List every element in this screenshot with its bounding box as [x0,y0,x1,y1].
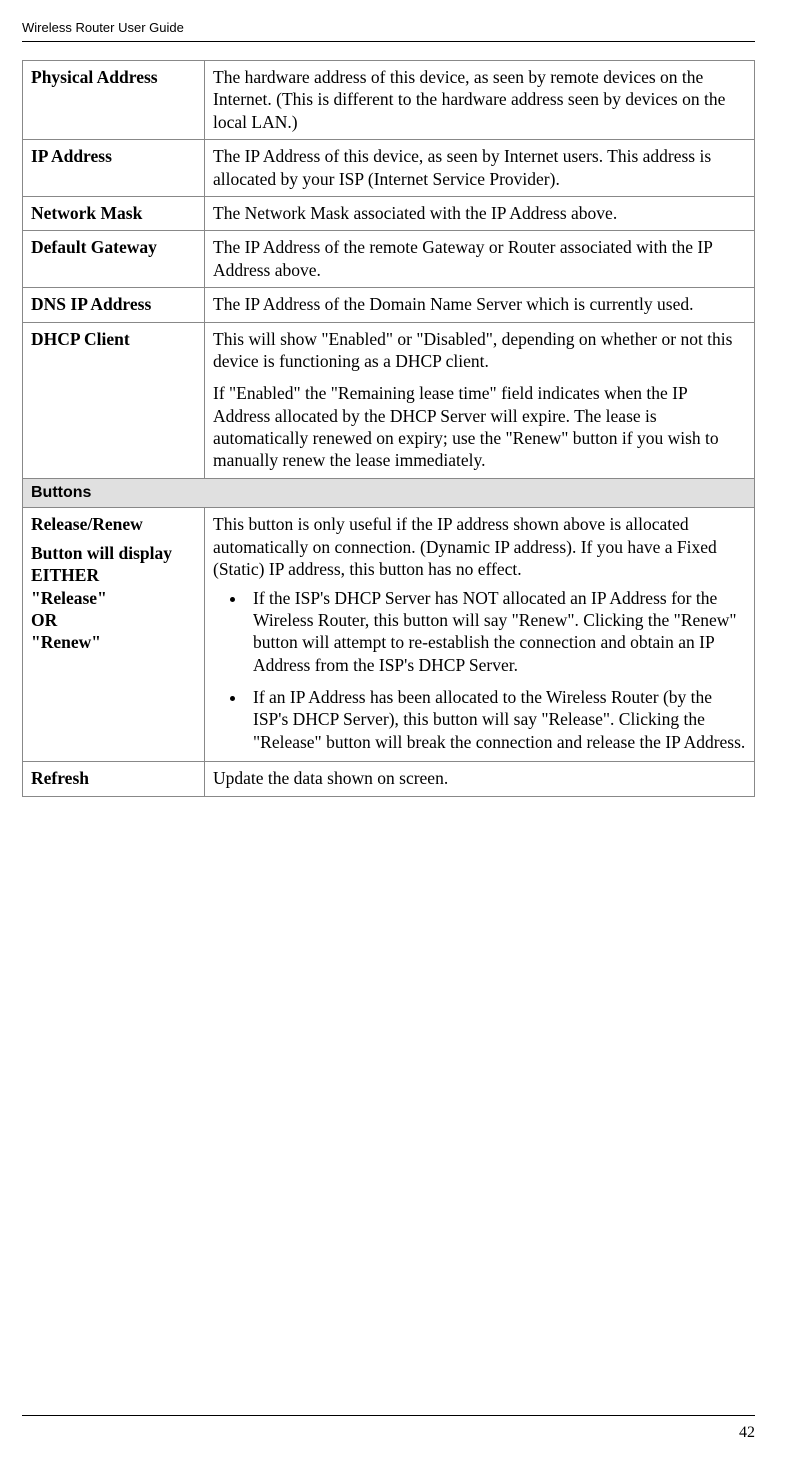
row-description: The Network Mask associated with the IP … [205,196,755,230]
row-label: DNS IP Address [23,288,205,322]
label-sub-line: "Renew" [31,632,101,652]
row-label: IP Address [23,140,205,197]
dhcp-para-2: If "Enabled" the "Remaining lease time" … [213,382,746,472]
page-number: 42 [739,1424,755,1442]
table-row: Default Gateway The IP Address of the re… [23,231,755,288]
release-renew-main-label: Release/Renew [31,513,196,535]
reference-table: Physical Address The hardware address of… [22,60,755,797]
page-header: Wireless Router User Guide [22,20,755,42]
label-sub-line: Button will display EITHER [31,543,172,585]
row-label: Default Gateway [23,231,205,288]
row-label: Network Mask [23,196,205,230]
release-renew-intro: This button is only useful if the IP add… [213,513,746,580]
row-label: Refresh [23,762,205,796]
list-item: If the ISP's DHCP Server has NOT allocat… [247,587,746,677]
dhcp-para-1: This will show "Enabled" or "Disabled", … [213,328,746,373]
row-label: DHCP Client [23,322,205,478]
table-row: DHCP Client This will show "Enabled" or … [23,322,755,478]
table-row: Refresh Update the data shown on screen. [23,762,755,796]
table-row: Network Mask The Network Mask associated… [23,196,755,230]
table-row: Physical Address The hardware address of… [23,61,755,140]
label-sub-line: OR [31,610,57,630]
row-description: Update the data shown on screen. [205,762,755,796]
table-row: IP Address The IP Address of this device… [23,140,755,197]
row-description: The hardware address of this device, as … [205,61,755,140]
row-description: The IP Address of the remote Gateway or … [205,231,755,288]
footer-divider [22,1415,755,1416]
table-row: Release/Renew Button will display EITHER… [23,508,755,762]
section-header-buttons: Buttons [23,478,755,507]
table-row: DNS IP Address The IP Address of the Dom… [23,288,755,322]
release-renew-bullets: If the ISP's DHCP Server has NOT allocat… [213,587,746,754]
row-label: Release/Renew Button will display EITHER… [23,508,205,762]
row-label: Physical Address [23,61,205,140]
section-row: Buttons [23,478,755,507]
list-item: If an IP Address has been allocated to t… [247,686,746,753]
row-description: This will show "Enabled" or "Disabled", … [205,322,755,478]
row-description: The IP Address of this device, as seen b… [205,140,755,197]
label-sub-line: "Release" [31,588,107,608]
row-description: The IP Address of the Domain Name Server… [205,288,755,322]
row-description: This button is only useful if the IP add… [205,508,755,762]
release-renew-sub-label: Button will display EITHER "Release" OR … [31,542,196,654]
